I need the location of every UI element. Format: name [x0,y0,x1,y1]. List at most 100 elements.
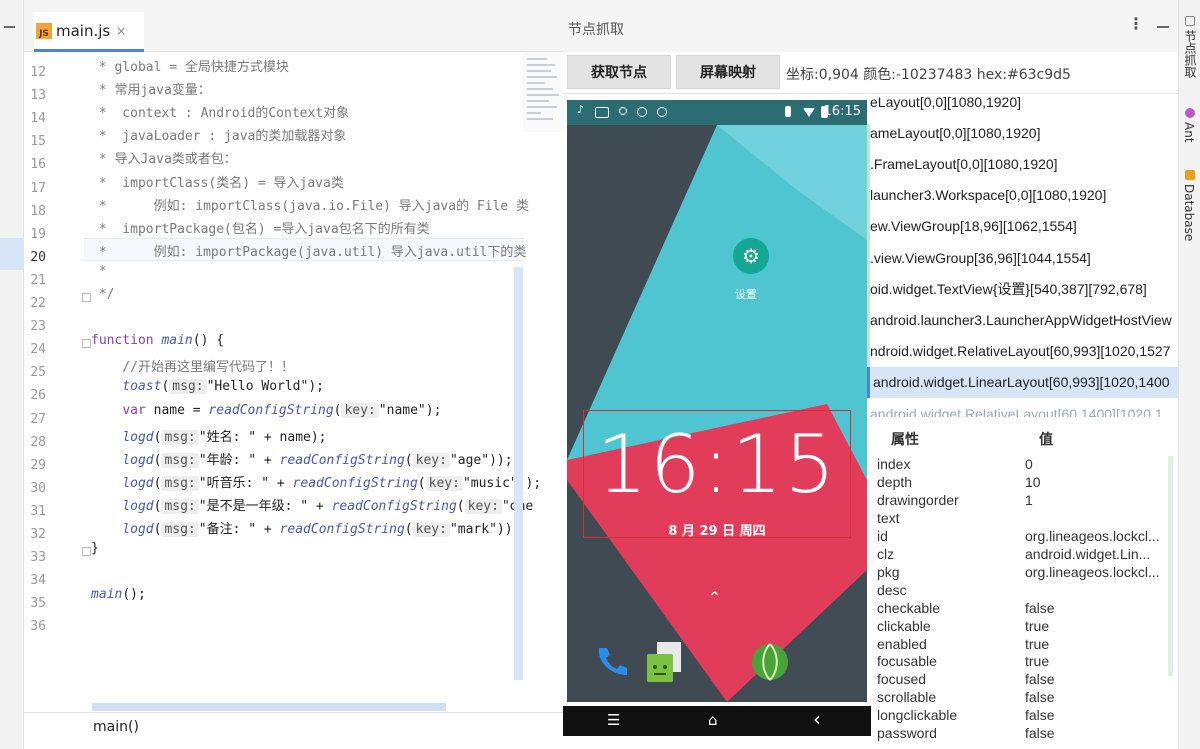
param-hint: key: [412,452,450,468]
code-line[interactable]: * global = 全局快捷方式模块 [91,56,289,75]
code-line[interactable]: logd(msg: "备注: " + readConfigString(key: "… [91,518,520,537]
line-number: 35 [30,596,46,612]
line-number: 14 [30,111,46,127]
left-tool-strip [0,0,24,749]
prop-row[interactable]: longclickable false [867,707,1167,725]
tree-node[interactable]: .FrameLayout[0,0][1080,1920] [867,148,1178,179]
code-line[interactable]: logd(msg: "年龄: " + readConfigString(key: "… [91,449,513,468]
prop-row[interactable]: desc [867,582,1167,600]
prop-row[interactable]: clickable true [867,618,1167,636]
tree-node[interactable]: android.widget.LinearLayout[60,993][1020… [867,366,1178,398]
prop-row[interactable]: scrollable false [867,689,1167,707]
tree-node[interactable]: ew.ViewGroup[18,96][1062,1554] [867,211,1178,242]
code-line[interactable]: //开始再这里编写代码了！！ [91,356,294,375]
prop-row[interactable]: checkable false [867,600,1167,618]
tree-node[interactable]: oid.widget.TextView{设置}[540,387][792,678… [867,273,1178,304]
tree-node[interactable]: android.launcher3.LauncherAppWidgetHostV… [867,304,1178,335]
prop-key: focused [877,671,927,688]
prop-row[interactable]: depth 10 [867,474,1167,492]
line-number: 17 [30,180,46,196]
tree-node[interactable]: launcher3.Workspace[0,0][1080,1920] [867,180,1178,211]
get-node-button[interactable]: 获取节点 [567,55,671,89]
code-token: ( [153,522,162,537]
prop-value: 1 [1025,491,1033,508]
prop-row[interactable]: pkg org.lineageos.lockcl... [867,564,1167,582]
device-screen[interactable]: ♪ 16:15 ⚙ 设置 16:15 8 月 29 日 周四 ⌃ [567,100,867,702]
props-table: index 0 depth 10 drawingorder 1 text id org.line… [867,456,1178,749]
code-line[interactable]: logd(msg: "是不是一年级: " + readConfigString(k… [91,495,533,514]
tree-node[interactable]: ndroid.widget.RelativeLayout[60,993][102… [867,336,1178,367]
back-nav-icon[interactable]: ‹ [813,707,821,731]
browser-app-icon[interactable] [751,642,788,681]
phone-dialer-icon[interactable] [593,642,629,678]
node-tree[interactable]: eLayout[0,0][1080,1920] ameLayout[0,0][10… [867,94,1178,417]
tree-node[interactable]: android.widget.RelativeLayout[60,1400][1… [867,398,1178,418]
settings-app-icon[interactable]: ⚙ [733,238,769,274]
code-token: * [91,263,107,279]
code-line[interactable]: var name = readConfigString(key: "name"); [91,402,441,418]
code-line[interactable]: } [91,541,99,556]
collapse-icon[interactable] [4,26,15,28]
code-line[interactable]: logd(msg: "听音乐: " + readConfigString(key:… [91,472,541,491]
prop-row[interactable]: focusable true [867,653,1167,671]
prop-row[interactable]: password false [867,725,1167,743]
code-minimap[interactable] [523,52,563,132]
code-line[interactable]: * importPackage(包名) =导入java包名下的所有类 [91,218,430,237]
more-options-icon[interactable]: ⋮ [1128,14,1144,33]
code-line[interactable]: main(); [91,587,146,602]
breadcrumb[interactable]: main() [93,719,139,735]
tab-close-icon[interactable]: × [116,24,126,38]
code-line[interactable]: toast(msg: "Hello World"); [91,379,324,395]
code-line[interactable]: * context : Android的Context对象 [91,102,349,121]
prop-value: true [1025,617,1050,634]
minimize-icon[interactable] [1157,26,1169,28]
tool-database[interactable]: Database [1182,184,1196,241]
tree-node[interactable]: .view.ViewGroup[36,96][1044,1554] [867,242,1178,273]
prop-row[interactable]: focused false [867,671,1167,689]
messaging-app-icon[interactable] [647,642,683,682]
code-line[interactable]: * 例如: importClass(java.io.File) 导入java的 … [91,195,529,214]
code-line[interactable]: * 例如: importPackage(java.util) 导入java.ut… [91,241,527,260]
line-number: 25 [30,365,46,381]
prop-row[interactable]: index 0 [867,456,1167,474]
fold-marker-icon[interactable] [82,547,91,557]
prop-row[interactable]: enabled true [867,636,1167,654]
tree-node[interactable]: ameLayout[0,0][1080,1920] [867,117,1178,148]
line-number: 33 [30,550,46,566]
editor-horizontal-scrollbar[interactable] [92,703,446,711]
prop-row[interactable]: drawingorder 1 [867,492,1167,510]
code-line[interactable]: logd(msg: "姓名: " + name); [91,426,327,445]
code-token: readConfigString [331,498,457,514]
screen-mirror-button[interactable]: 屏幕映射 [676,55,780,89]
prop-key: scrollable [877,689,937,706]
code-line[interactable]: * 常用java变量： [91,79,211,98]
code-line[interactable]: * [91,264,107,279]
prop-row[interactable]: clz android.widget.Lin... [867,546,1167,564]
tab-main-js[interactable]: JS main.js × [34,12,144,52]
prop-row[interactable]: text [867,510,1167,528]
editor-tab-bar: JS main.js × [24,0,563,52]
code-line[interactable]: */ [91,287,115,302]
fold-marker-icon[interactable] [82,339,91,349]
editor-vertical-scrollbar[interactable] [514,267,523,680]
code-token: logd [122,429,154,445]
line-number: 29 [30,457,46,473]
prop-key: clz [877,545,895,562]
code-token: * 导入Java类或者包： [91,152,237,168]
fold-marker-icon[interactable] [82,293,91,302]
code-line[interactable]: * 导入Java类或者包： [91,148,237,167]
right-tool-strip: 节点抓取 Ant Database [1178,0,1200,749]
code-token: "听音乐: " + [198,475,293,491]
chevron-up-icon[interactable]: ⌃ [708,588,721,607]
line-number: 24 [30,342,46,358]
home-nav-icon[interactable]: ⌂ [708,711,718,729]
tool-node-capture[interactable]: 节点抓取 [1182,30,1199,78]
code-line[interactable]: * javaLoader : java的类加载器对象 [91,125,347,144]
menu-nav-icon[interactable]: ☰ [607,711,620,729]
prop-row[interactable]: id org.lineageos.lockcl... [867,528,1167,546]
tool-ant[interactable]: Ant [1182,122,1196,143]
tree-node[interactable]: eLayout[0,0][1080,1920] [867,94,1178,117]
code-line[interactable]: * importClass(类名) = 导入java类 [91,172,344,191]
code-line[interactable]: function main() { [91,333,224,348]
